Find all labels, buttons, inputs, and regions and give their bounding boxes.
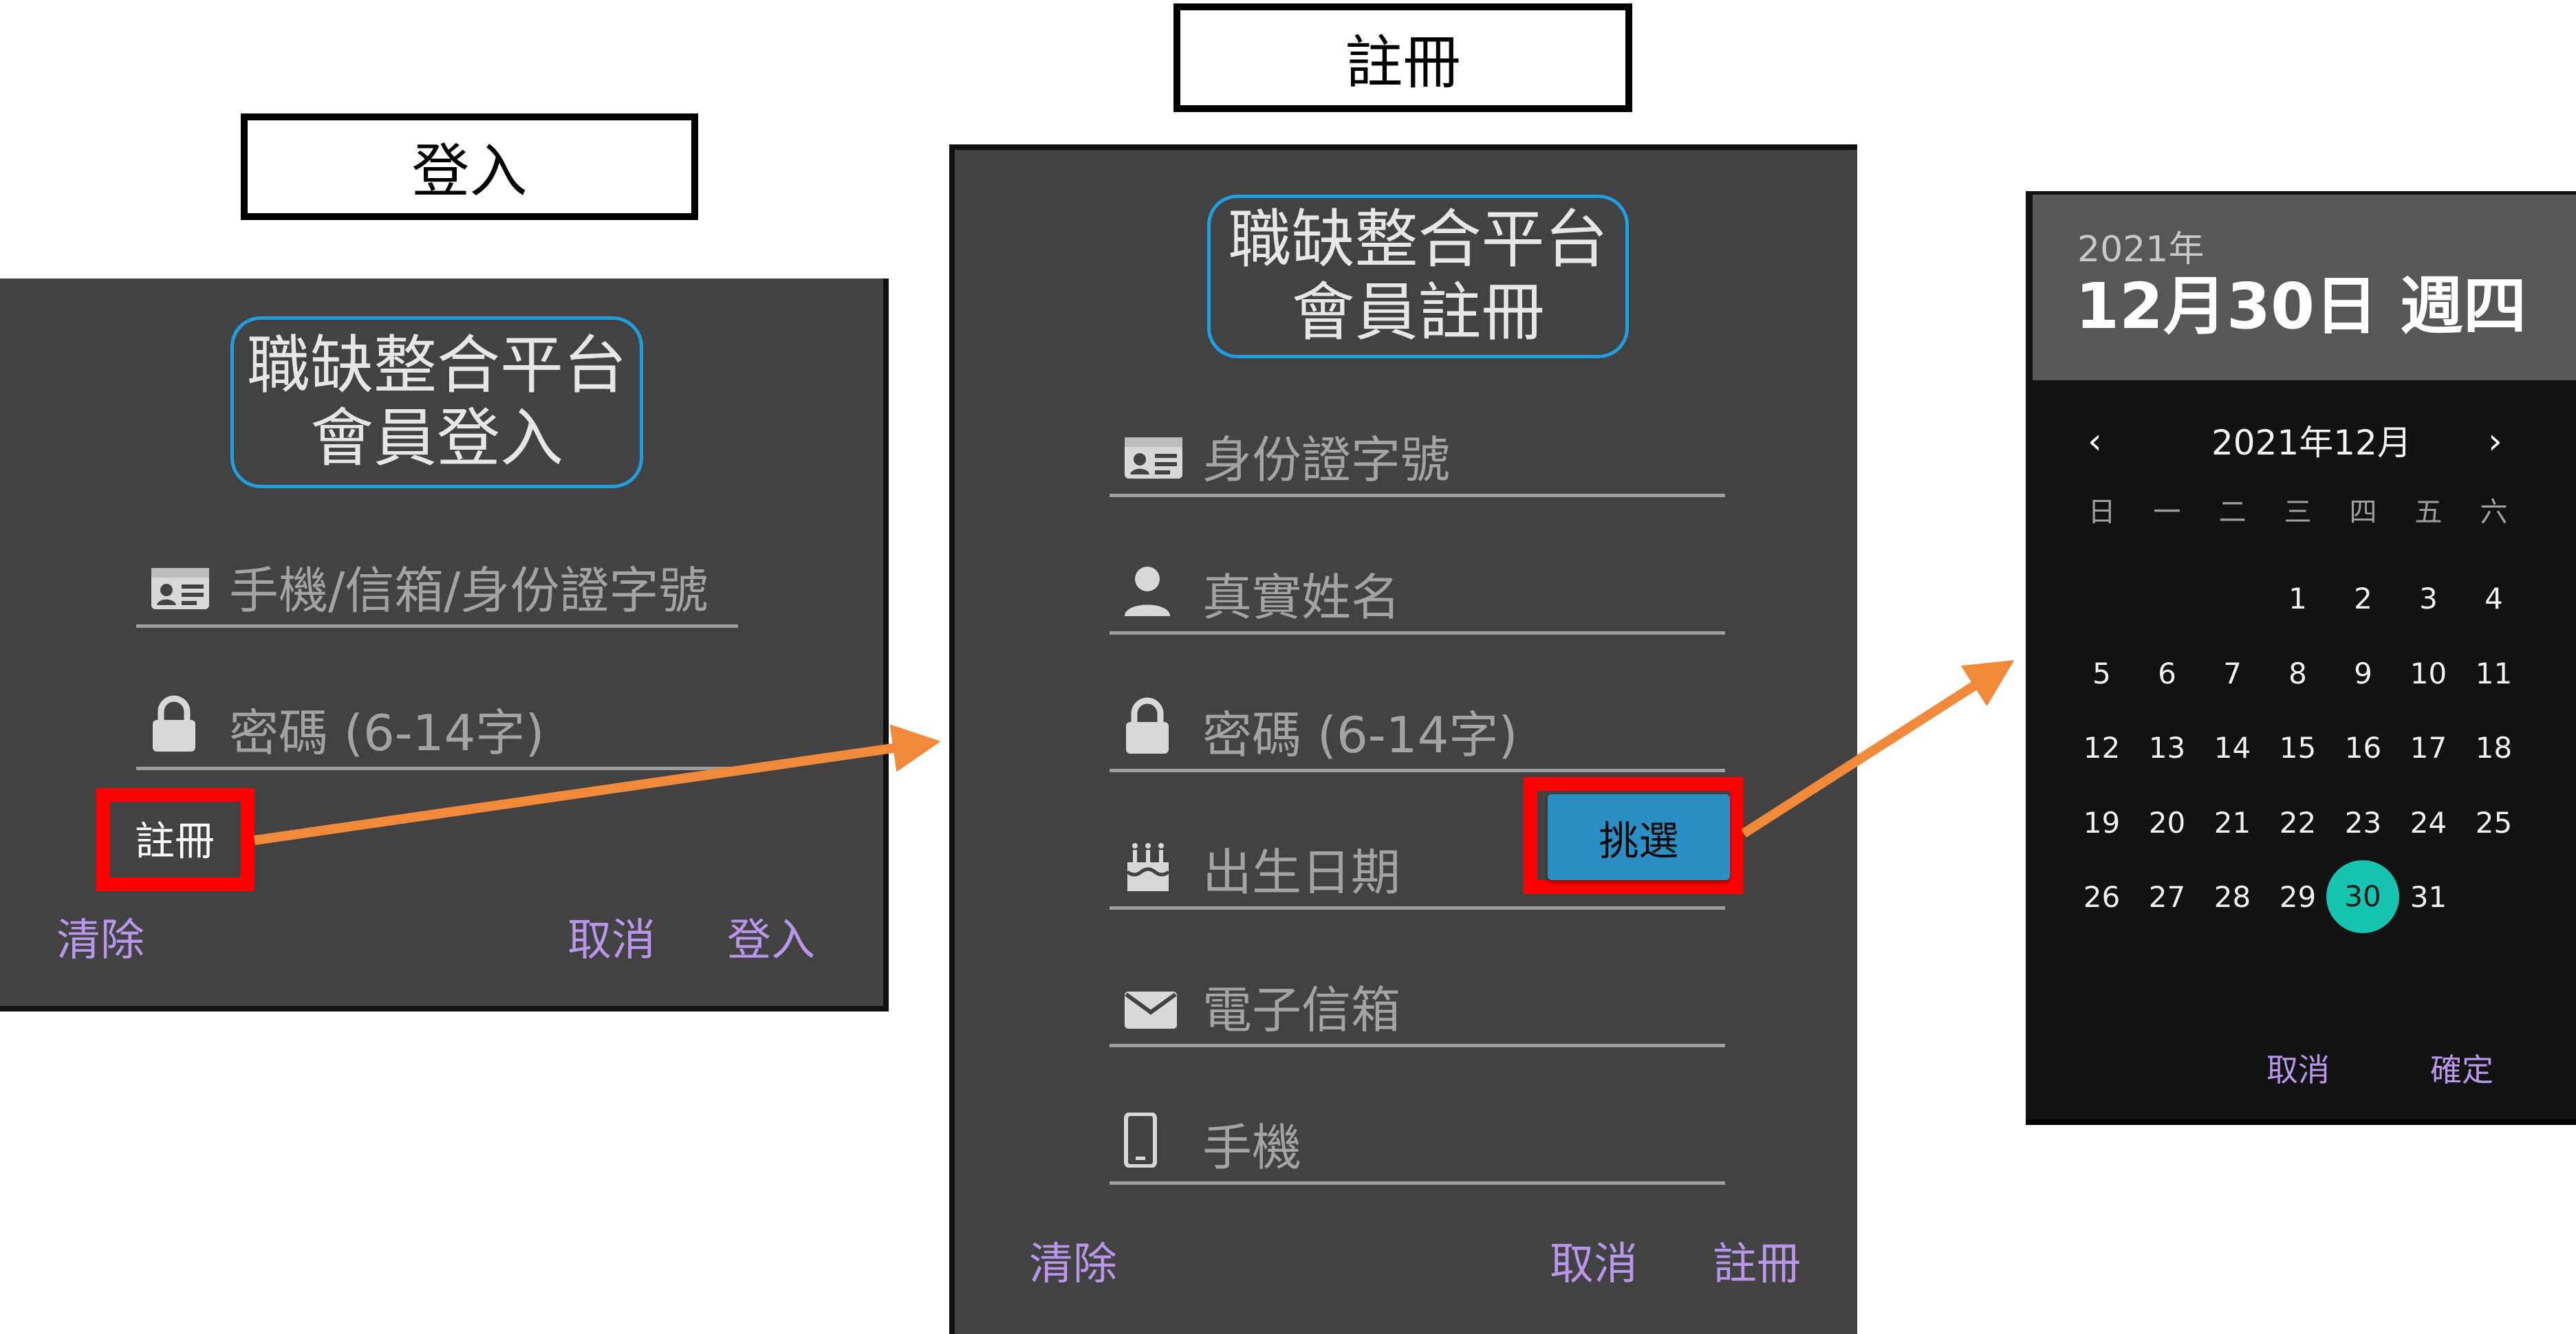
- date-picker-ok-button[interactable]: 確定: [2430, 1044, 2493, 1096]
- login-password-placeholder: 密碼 (6-14字): [229, 704, 545, 762]
- date-picker-month-label[interactable]: 2021年12月: [2211, 422, 2412, 463]
- login-screen: 職缺整合平台 會員登入 手機/信箱/身份證字號 密碼 (6-14字) 註冊 清除…: [0, 278, 889, 1012]
- lock-icon: [150, 695, 198, 756]
- cake-icon: [1123, 842, 1173, 895]
- register-brand-line1: 職缺整合平台: [1228, 203, 1608, 276]
- weekday-label: 日: [2088, 496, 2116, 528]
- calendar-day[interactable]: 31: [2396, 864, 2461, 930]
- date-picker-cancel-button[interactable]: 取消: [2266, 1044, 2330, 1096]
- login-account-placeholder: 手機/信箱/身份證字號: [229, 562, 708, 620]
- calendar-day[interactable]: 25: [2461, 790, 2526, 855]
- calendar-day[interactable]: 10: [2396, 641, 2461, 706]
- login-brand-line1: 職缺整合平台: [246, 329, 627, 402]
- register-section-title: 註冊: [1173, 3, 1632, 112]
- login-section-title: 登入: [241, 113, 698, 220]
- calendar-day[interactable]: 13: [2134, 715, 2200, 780]
- register-name-placeholder: 真實姓名: [1202, 569, 1401, 626]
- calendar-day[interactable]: 4: [2461, 566, 2526, 631]
- calendar-day[interactable]: 20: [2134, 790, 2200, 855]
- register-phone-placeholder: 手機: [1202, 1119, 1302, 1177]
- register-id-placeholder: 身份證字號: [1202, 431, 1451, 489]
- register-brand-line2: 會員註冊: [1291, 276, 1545, 349]
- register-password-placeholder: 密碼 (6-14字): [1202, 706, 1518, 764]
- calendar-day[interactable]: 26: [2069, 864, 2134, 930]
- register-name-field[interactable]: 真實姓名: [1110, 552, 1725, 635]
- envelope-icon: [1123, 990, 1178, 1033]
- calendar-day[interactable]: 24: [2396, 790, 2461, 855]
- calendar-day[interactable]: 22: [2265, 790, 2330, 855]
- login-cancel-button[interactable]: 取消: [567, 915, 656, 967]
- login-section-title-text: 登入: [411, 138, 528, 205]
- login-password-field[interactable]: 密碼 (6-14字): [136, 681, 738, 770]
- weekday-label: 三: [2284, 496, 2312, 528]
- weekday-label: 五: [2414, 496, 2443, 528]
- weekday-label: 一: [2153, 496, 2181, 528]
- weekday-label: 六: [2480, 496, 2508, 528]
- id-card-icon: [1123, 436, 1184, 483]
- calendar-day[interactable]: 9: [2330, 641, 2396, 706]
- calendar-day[interactable]: 29: [2265, 864, 2330, 930]
- register-cancel-button[interactable]: 取消: [1550, 1238, 1638, 1291]
- calendar-day[interactable]: 14: [2200, 715, 2265, 780]
- calendar-day-selected[interactable]: 30: [2326, 860, 2399, 933]
- login-account-field[interactable]: 手機/信箱/身份證字號: [136, 538, 738, 628]
- login-submit-button[interactable]: 登入: [727, 915, 815, 967]
- login-clear-button[interactable]: 清除: [56, 915, 144, 967]
- calendar-day[interactable]: 21: [2200, 790, 2265, 855]
- calendar-day[interactable]: 12: [2069, 715, 2134, 780]
- calendar-day[interactable]: 27: [2134, 864, 2200, 930]
- login-brand-badge: 職缺整合平台 會員登入: [230, 316, 643, 488]
- calendar-day[interactable]: 11: [2461, 641, 2526, 706]
- date-picker-dialog: 2021年 12月30日 週四 ‹ 2021年12月 › 日一二三四五六1234…: [2026, 191, 2576, 1125]
- calendar-day[interactable]: 5: [2069, 641, 2134, 706]
- register-clear-button[interactable]: 清除: [1029, 1238, 1117, 1291]
- person-icon: [1123, 565, 1171, 620]
- date-picker-header-year[interactable]: 2021年: [2077, 229, 2204, 270]
- calendar-day[interactable]: 23: [2330, 790, 2396, 855]
- register-password-field[interactable]: 密碼 (6-14字): [1110, 690, 1725, 772]
- lock-icon: [1123, 697, 1171, 758]
- register-birthday-placeholder: 出生日期: [1202, 844, 1401, 901]
- calendar-day[interactable]: 16: [2330, 715, 2396, 780]
- calendar-day[interactable]: 17: [2396, 715, 2461, 780]
- register-brand-badge: 職缺整合平台 會員註冊: [1207, 195, 1629, 358]
- register-email-placeholder: 電子信箱: [1202, 981, 1401, 1039]
- calendar-day[interactable]: 1: [2265, 566, 2330, 631]
- register-submit-button[interactable]: 註冊: [1713, 1238, 1801, 1291]
- calendar-day[interactable]: 28: [2200, 864, 2265, 930]
- calendar-day[interactable]: 3: [2396, 566, 2461, 631]
- calendar-day[interactable]: 19: [2069, 790, 2134, 855]
- calendar-day[interactable]: 7: [2200, 641, 2265, 706]
- calendar-day[interactable]: 15: [2265, 715, 2330, 780]
- calendar-day[interactable]: 6: [2134, 641, 2200, 706]
- weekday-label: 二: [2218, 496, 2247, 528]
- prev-month-icon[interactable]: ‹: [2088, 421, 2102, 462]
- calendar-day[interactable]: 2: [2330, 566, 2396, 631]
- register-section-title-text: 註冊: [1345, 28, 1461, 96]
- register-link-highlight: [96, 788, 255, 891]
- register-id-field[interactable]: 身份證字號: [1110, 415, 1725, 497]
- smartphone-icon: [1123, 1112, 1158, 1170]
- pick-date-button-label: 挑選: [1599, 817, 1679, 864]
- calendar-day[interactable]: 8: [2265, 641, 2330, 706]
- register-screen: 職缺整合平台 會員註冊 身份證字號 真實姓名 密碼 (6-14字) 出生日期 電…: [949, 144, 1857, 1334]
- next-month-icon[interactable]: ›: [2488, 421, 2502, 462]
- date-picker-header-date: 12月30日 週四: [2075, 270, 2527, 343]
- register-phone-field[interactable]: 手機: [1110, 1102, 1725, 1185]
- login-brand-line2: 會員登入: [310, 402, 563, 475]
- register-email-field[interactable]: 電子信箱: [1110, 965, 1725, 1047]
- calendar-day[interactable]: 18: [2461, 715, 2526, 780]
- weekday-label: 四: [2349, 496, 2377, 528]
- id-card-icon: [150, 567, 210, 613]
- pick-date-button[interactable]: 挑選: [1548, 794, 1730, 880]
